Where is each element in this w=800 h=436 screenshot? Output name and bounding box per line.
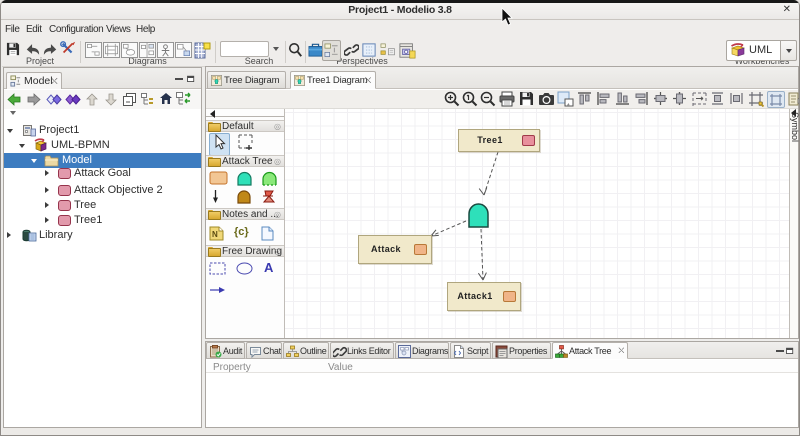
svg-text:N: N	[212, 230, 218, 239]
